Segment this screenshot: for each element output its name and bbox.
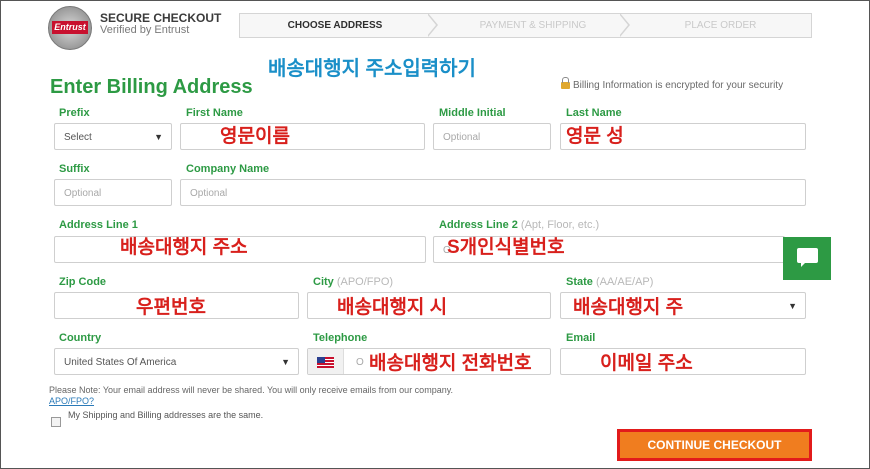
address2-label: Address Line 2 (Apt, Floor, etc.): [439, 219, 599, 231]
country-code-picker[interactable]: [308, 349, 344, 374]
page-title: Enter Billing Address: [50, 76, 253, 98]
overlay-last-name: 영문 성: [566, 126, 624, 147]
country-select[interactable]: United States Of America ▼: [54, 348, 299, 375]
us-flag-icon: [317, 357, 334, 368]
address1-label: Address Line 1: [59, 219, 138, 231]
first-name-label: First Name: [186, 107, 243, 119]
suffix-label: Suffix: [59, 163, 90, 175]
entrust-seal-icon: Entrust: [48, 6, 92, 50]
country-label: Country: [59, 332, 102, 344]
privacy-note: Please Note: Your email address will nev…: [49, 385, 454, 395]
middle-initial-input[interactable]: Optional: [433, 123, 551, 150]
step-separator-icon: [619, 13, 630, 37]
chat-button[interactable]: [783, 237, 831, 280]
overlay-email: 이메일 주소: [600, 353, 693, 374]
overlay-first-name: 영문이름: [220, 126, 290, 147]
country-value: United States Of America: [64, 357, 177, 368]
prefix-label: Prefix: [59, 107, 90, 119]
step-separator-icon: [427, 13, 438, 37]
chevron-down-icon: ▼: [281, 357, 290, 367]
encryption-note: Billing Information is encrypted for you…: [561, 77, 784, 91]
telephone-label: Telephone: [313, 332, 368, 344]
overlay-address1: 배송대행지 주소: [120, 237, 248, 258]
zip-label: Zip Code: [59, 276, 107, 288]
email-label: Email: [566, 332, 596, 344]
checkout-steps: CHOOSE ADDRESS PAYMENT & SHIPPING PLACE …: [239, 13, 812, 38]
lock-icon: [561, 77, 570, 89]
prefix-value: Select: [64, 132, 92, 143]
chevron-down-icon: ▼: [154, 132, 163, 142]
company-label: Company Name: [186, 163, 270, 175]
step-payment-shipping[interactable]: PAYMENT & SHIPPING: [438, 14, 628, 37]
first-name-input[interactable]: [180, 123, 425, 150]
address2-label-text: Address Line 2: [439, 219, 518, 231]
apo-fpo-link[interactable]: APO/FPO?: [49, 396, 94, 406]
suffix-input[interactable]: Optional: [54, 179, 172, 206]
overlay-state: 배송대행지 주: [573, 297, 684, 318]
continue-checkout-button[interactable]: CONTINUE CHECKOUT: [617, 429, 812, 461]
state-hint: (AA/AE/AP): [595, 276, 654, 288]
last-name-label: Last Name: [566, 107, 622, 119]
step-place-order[interactable]: PLACE ORDER: [630, 14, 811, 37]
telephone-placeholder: O: [356, 357, 364, 368]
overlay-heading: 배송대행지 주소입력하기: [268, 58, 476, 80]
address2-hint: (Apt, Floor, etc.): [520, 219, 600, 231]
seal-text: Entrust: [52, 21, 88, 34]
overlay-address2: S개인식별번호: [447, 237, 565, 258]
secure-checkout-title: SECURE CHECKOUT: [100, 11, 222, 25]
same-address-label: My Shipping and Billing addresses are th…: [68, 410, 264, 420]
chevron-down-icon: ▼: [788, 301, 797, 311]
overlay-city: 배송대행지 시: [337, 297, 448, 318]
city-hint: (APO/FPO): [336, 276, 394, 288]
same-address-checkbox[interactable]: [51, 417, 61, 427]
state-label-text: State: [566, 276, 593, 288]
state-label: State (AA/AE/AP): [566, 276, 653, 288]
overlay-zip: 우편번호: [136, 297, 206, 318]
city-label-text: City: [313, 276, 334, 288]
chat-icon: [797, 248, 818, 267]
step-choose-address[interactable]: CHOOSE ADDRESS: [240, 14, 430, 37]
company-input[interactable]: Optional: [180, 179, 806, 206]
overlay-phone: 배송대행지 전화번호: [369, 353, 532, 374]
prefix-select[interactable]: Select ▼: [54, 123, 172, 150]
city-label: City (APO/FPO): [313, 276, 393, 288]
encryption-note-text: Billing Information is encrypted for you…: [573, 80, 784, 91]
verified-by-text: Verified by Entrust: [100, 24, 190, 36]
middle-initial-label: Middle Initial: [439, 107, 506, 119]
